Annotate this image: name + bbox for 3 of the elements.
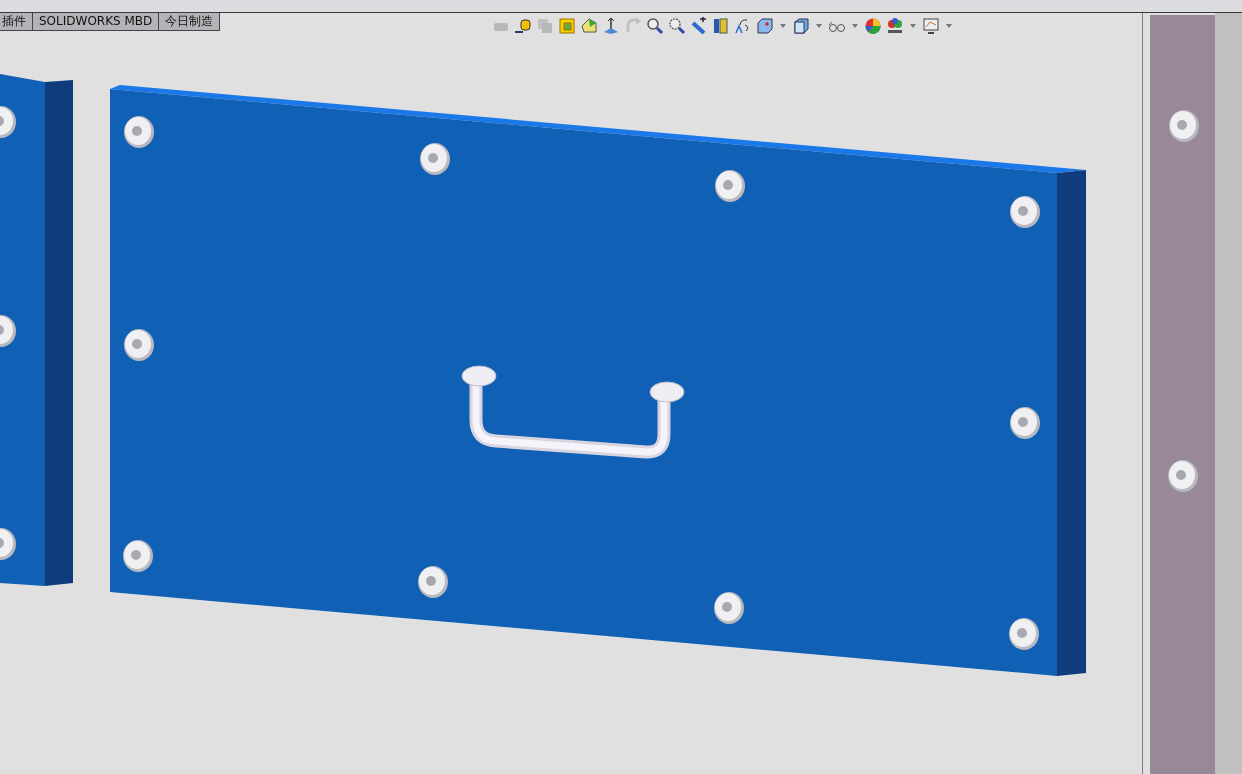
- ribbon-tab[interactable]: 插件: [0, 13, 32, 30]
- ribbon-tab[interactable]: 今日制造: [158, 13, 220, 30]
- ribbon-tab[interactable]: SOLIDWORKS MBD: [32, 13, 159, 30]
